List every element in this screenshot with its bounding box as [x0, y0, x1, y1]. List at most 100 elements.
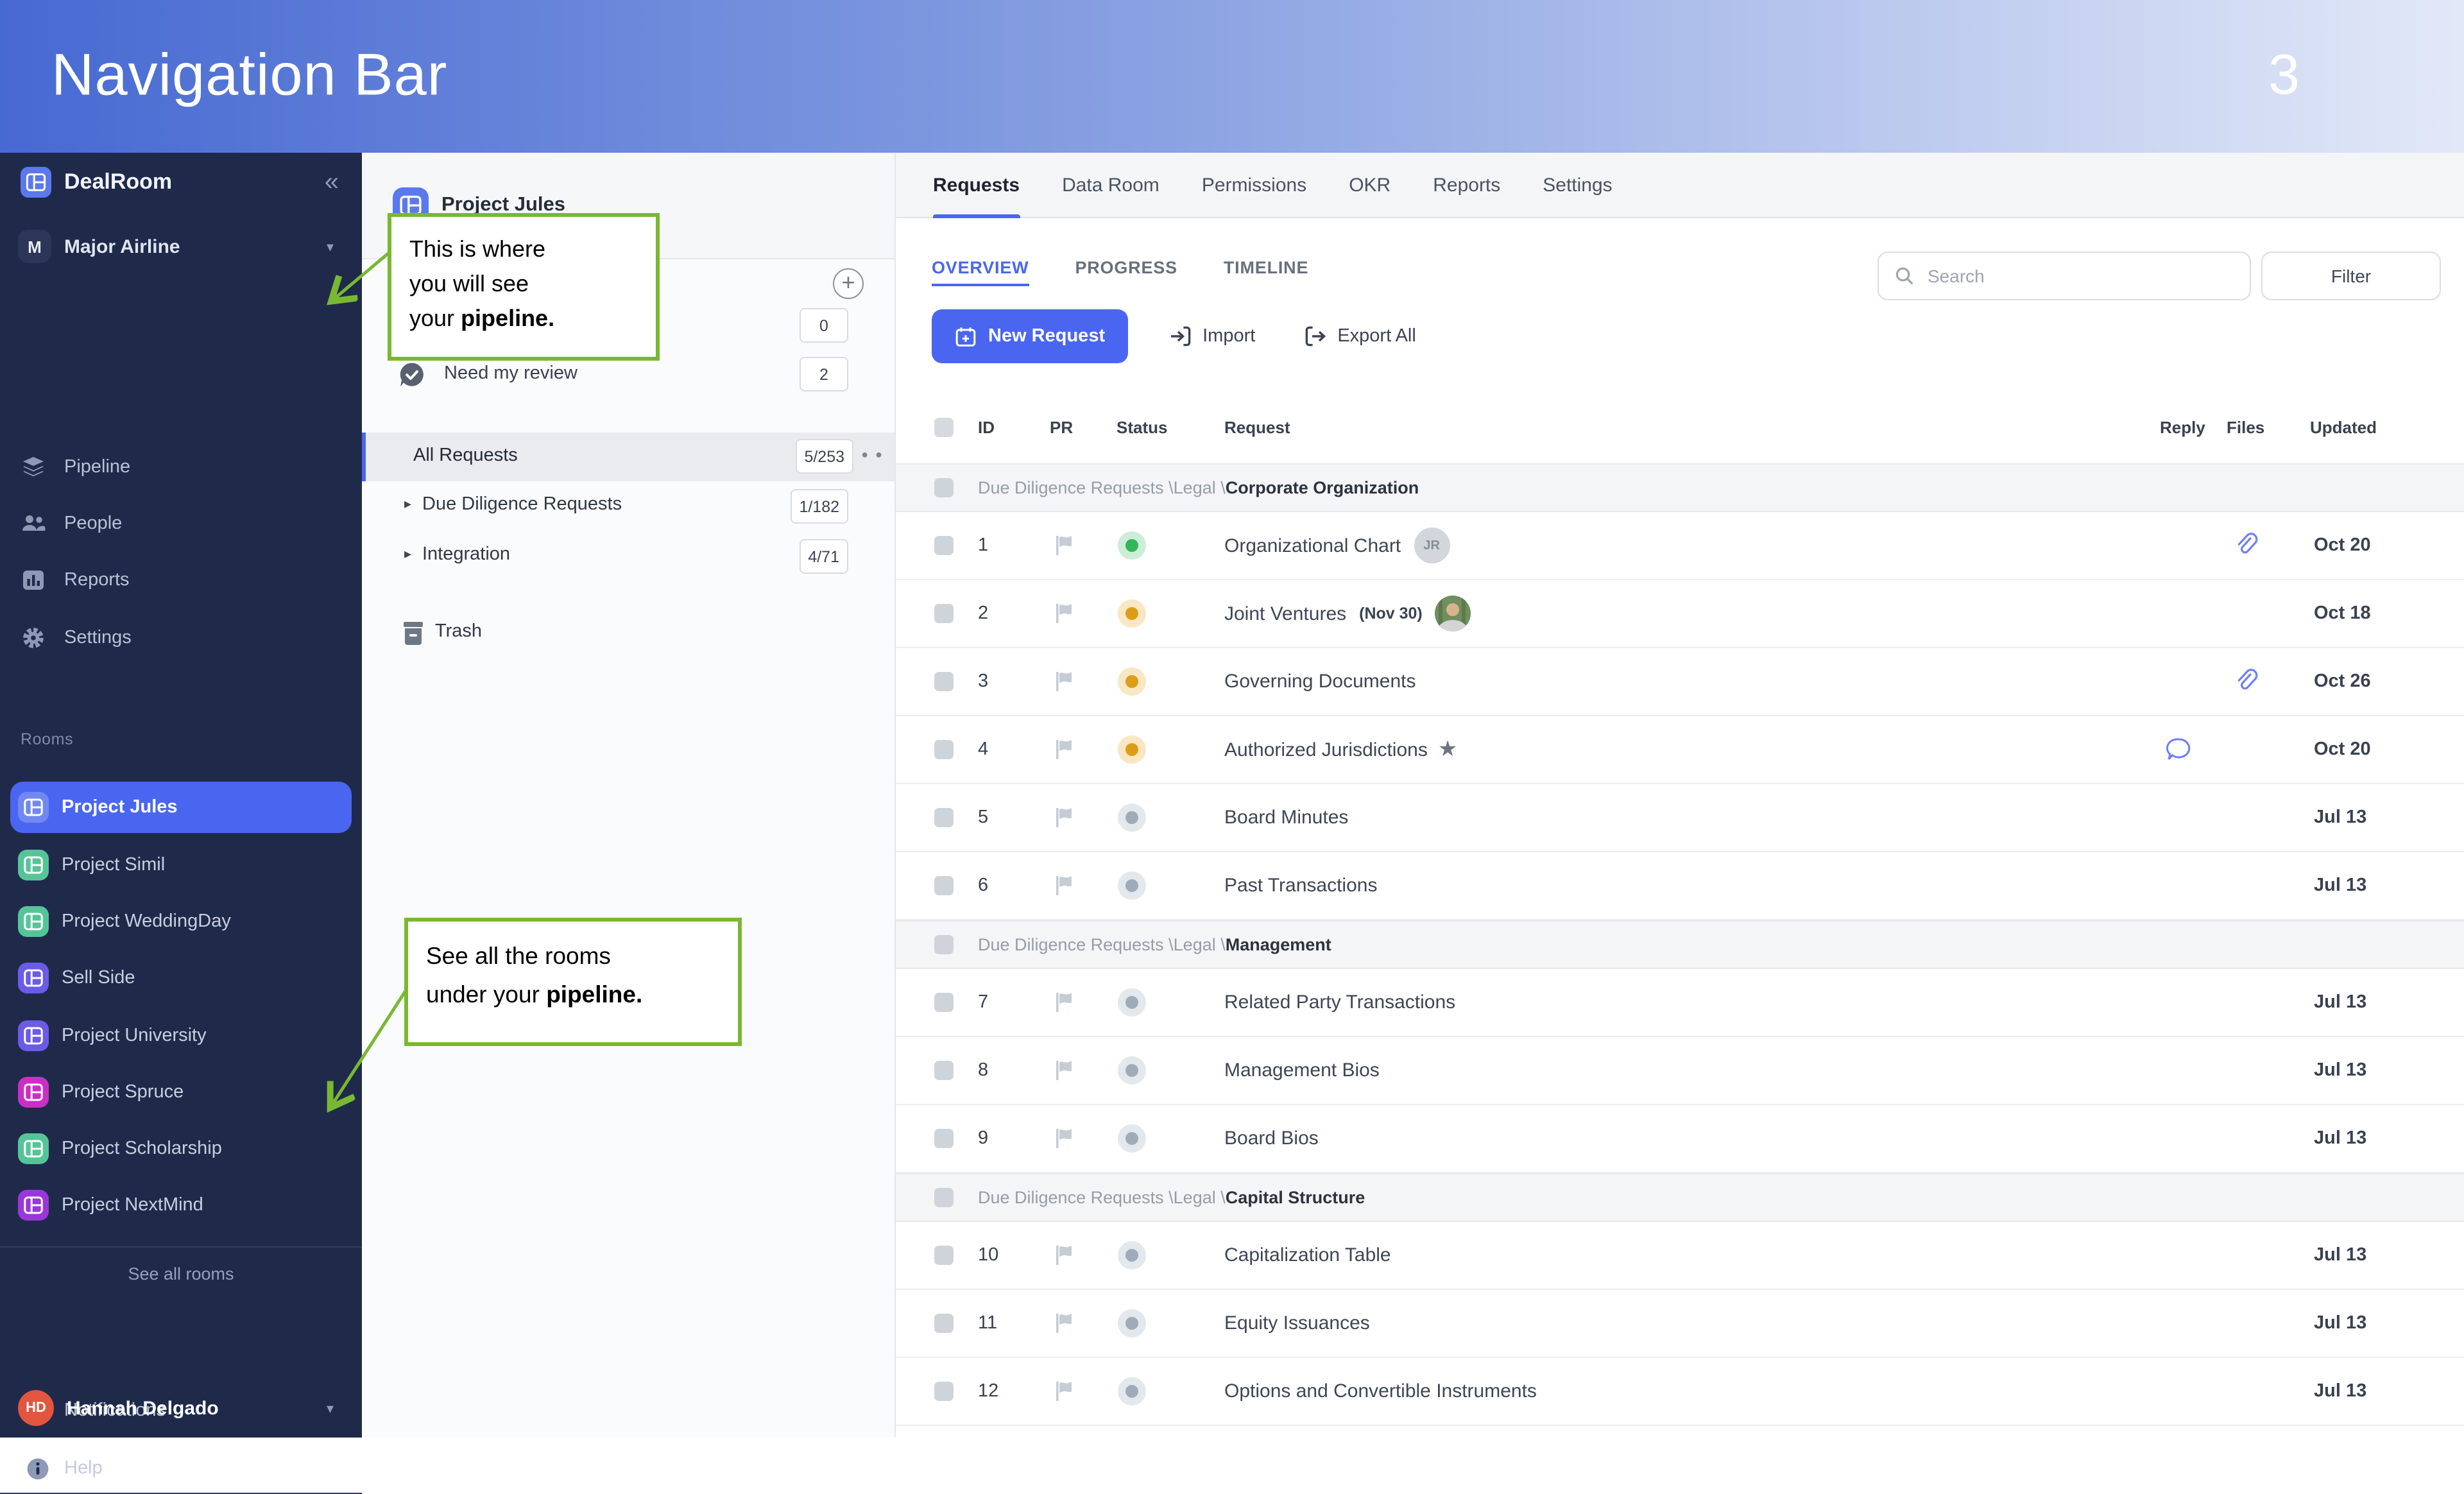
collapse-sidebar-icon[interactable]: «	[325, 169, 339, 195]
flag-icon[interactable]	[1052, 1312, 1075, 1335]
table-row[interactable]: 9 Board Bios Jul 13	[896, 1105, 2464, 1173]
filter-button[interactable]: Filter	[2261, 252, 2441, 300]
add-list-button[interactable]: +	[833, 268, 864, 299]
group-checkbox[interactable]	[934, 1188, 954, 1207]
request-title: Past Transactions	[1224, 875, 1378, 897]
table-row[interactable]: 8 Management Bios Jul 13	[896, 1037, 2464, 1105]
table-row[interactable]: 11 Equity Issuances Jul 13	[896, 1290, 2464, 1358]
table-row[interactable]: 4 Authorized Jurisdictions ★ Oct 20	[896, 716, 2464, 784]
sidebar-room-sell-side[interactable]: Sell Side	[0, 952, 362, 1004]
status-dot-green[interactable]	[1118, 531, 1146, 560]
status-dot-gray[interactable]	[1118, 1309, 1146, 1337]
tab-okr[interactable]: OKR	[1349, 152, 1390, 218]
sidebar-room-project-spruce[interactable]: Project Spruce	[0, 1067, 362, 1118]
table-row[interactable]: 5 Board Minutes Jul 13	[896, 784, 2464, 852]
paperclip-icon[interactable]	[2232, 531, 2260, 560]
flag-icon[interactable]	[1052, 1059, 1075, 1082]
status-dot-gray[interactable]	[1118, 1377, 1146, 1405]
status-dot-gray[interactable]	[1118, 1056, 1146, 1085]
flag-icon[interactable]	[1052, 534, 1075, 557]
sidebar-room-project-nextmind[interactable]: Project NextMind	[0, 1180, 362, 1231]
chevron-right-icon[interactable]: ▸	[404, 545, 411, 562]
status-dot-gray[interactable]	[1118, 803, 1146, 832]
flag-icon[interactable]	[1052, 806, 1075, 829]
sidebar-item-settings[interactable]: Settings	[0, 615, 362, 661]
subtab-overview[interactable]: OVERVIEW	[932, 258, 1029, 286]
export-all-button[interactable]: Export All	[1296, 323, 1424, 349]
table-row[interactable]: 10 Capitalization Table Jul 13	[896, 1222, 2464, 1290]
row-checkbox[interactable]	[934, 1246, 954, 1265]
sidebar-room-project-jules[interactable]: Project Jules	[0, 782, 362, 833]
page-number: 3	[2268, 43, 2300, 106]
flag-icon[interactable]	[1052, 738, 1075, 761]
room-icon	[18, 1020, 49, 1051]
org-switcher[interactable]: M Major Airline ▾	[0, 221, 362, 272]
flag-icon[interactable]	[1052, 602, 1075, 625]
paperclip-icon[interactable]	[2232, 667, 2260, 696]
room-name: Sell Side	[62, 968, 135, 988]
flag-icon[interactable]	[1052, 874, 1075, 897]
sidebar-item-reports[interactable]: Reports	[0, 557, 362, 603]
row-checkbox[interactable]	[934, 993, 954, 1012]
updated-date: Oct 26	[2314, 671, 2371, 692]
flag-icon[interactable]	[1052, 1380, 1075, 1403]
tab-reports[interactable]: Reports	[1433, 152, 1500, 218]
sidebar-room-project-simil[interactable]: Project Simil	[0, 839, 362, 891]
new-request-button[interactable]: New Request	[932, 309, 1129, 363]
reply-bubble-icon[interactable]	[2165, 735, 2193, 764]
table-row[interactable]: 12 Options and Convertible Instruments J…	[896, 1358, 2464, 1426]
subtab-timeline[interactable]: TIMELINE	[1224, 258, 1308, 277]
sidebar-item-pipeline[interactable]: Pipeline	[0, 444, 362, 490]
sidebar-item-help[interactable]: Help	[0, 1445, 362, 1491]
group-breadcrumb: Due Diligence Requests \Legal \Managemen…	[978, 935, 1331, 954]
table-row[interactable]: 2 Joint Ventures (Nov 30) Oct 18	[896, 580, 2464, 648]
row-checkbox[interactable]	[934, 740, 954, 759]
flag-icon[interactable]	[1052, 1127, 1075, 1150]
sidebar-room-project-scholarship[interactable]: Project Scholarship	[0, 1123, 362, 1174]
status-dot-gray[interactable]	[1118, 1241, 1146, 1269]
row-checkbox[interactable]	[934, 1314, 954, 1333]
search-field[interactable]	[1878, 252, 2251, 300]
group-checkbox[interactable]	[934, 478, 954, 497]
row-checkbox[interactable]	[934, 672, 954, 691]
row-checkbox[interactable]	[934, 536, 954, 555]
chevron-right-icon[interactable]: ▸	[404, 495, 411, 512]
search-input[interactable]	[1925, 264, 2234, 288]
tab-requests[interactable]: Requests	[933, 152, 1020, 218]
count-badge: 5/253	[795, 439, 853, 474]
import-button[interactable]: Import	[1161, 323, 1263, 349]
flag-icon[interactable]	[1052, 670, 1075, 693]
status-dot-amber[interactable]	[1118, 599, 1146, 628]
status-dot-amber[interactable]	[1118, 667, 1146, 696]
status-dot-gray[interactable]	[1118, 988, 1146, 1017]
row-checkbox[interactable]	[934, 1061, 954, 1080]
subtab-progress[interactable]: PROGRESS	[1075, 258, 1177, 277]
callout-text: This is where	[409, 236, 546, 262]
row-checkbox[interactable]	[934, 1382, 954, 1401]
table-row[interactable]: 3 Governing Documents Oct 26	[896, 648, 2464, 716]
table-row[interactable]: 1 Organizational Chart JR Oct 20	[896, 512, 2464, 580]
status-dot-gray[interactable]	[1118, 872, 1146, 900]
user-menu[interactable]: HD Hannah Delgado ▾	[0, 1378, 362, 1438]
flag-icon[interactable]	[1052, 991, 1075, 1014]
tab-settings[interactable]: Settings	[1543, 152, 1612, 218]
see-all-rooms-link[interactable]: See all rooms	[0, 1264, 362, 1284]
tab-permissions[interactable]: Permissions	[1202, 152, 1306, 218]
table-row[interactable]: 7 Related Party Transactions Jul 13	[896, 969, 2464, 1037]
table-row[interactable]: 6 Past Transactions Jul 13	[896, 852, 2464, 920]
flag-icon[interactable]	[1052, 1244, 1075, 1267]
tab-data-room[interactable]: Data Room	[1062, 152, 1159, 218]
star-icon[interactable]: ★	[1438, 737, 1458, 762]
sidebar-item-people[interactable]: People	[0, 501, 362, 547]
select-all-checkbox[interactable]	[934, 417, 954, 436]
group-checkbox[interactable]	[934, 935, 954, 954]
row-checkbox[interactable]	[934, 604, 954, 623]
status-dot-amber[interactable]	[1118, 735, 1146, 764]
trash-item[interactable]: Trash	[362, 615, 894, 653]
row-checkbox[interactable]	[934, 808, 954, 827]
row-checkbox[interactable]	[934, 1129, 954, 1148]
status-dot-gray[interactable]	[1118, 1124, 1146, 1153]
sidebar-room-project-weddingday[interactable]: Project WeddingDay	[0, 896, 362, 947]
row-checkbox[interactable]	[934, 876, 954, 895]
sidebar-room-project-university[interactable]: Project University	[0, 1010, 362, 1061]
